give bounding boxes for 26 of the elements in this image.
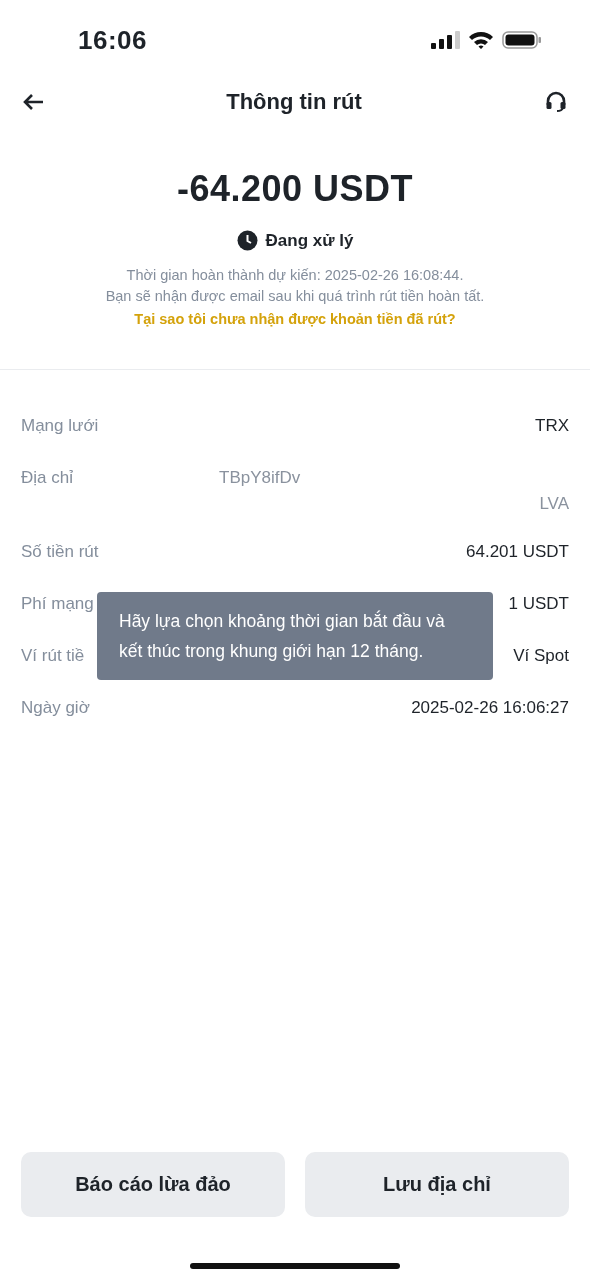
info-text: Bạn sẽ nhận được email sau khi quá trình rút tiền hoàn tất. — [105, 287, 485, 306]
info-text: Thời gian hoàn thành dự kiến: 2025-02-26 16:08:44. — [126, 266, 464, 285]
tooltip: Hãy lựa chọn khoảng thời gian bắt đầu và kết thúc trong khung giới hạn 12 tháng. — [97, 592, 493, 680]
signal-icon — [430, 30, 460, 50]
status-text: Đang xử lý — [265, 230, 354, 251]
address-text: TBpY8ifDv — [219, 468, 301, 488]
page-title: Thông tin rút — [226, 89, 362, 115]
detail-label: Mạng lưới — [21, 416, 99, 436]
detail-value: 64.201 USDT — [466, 542, 569, 562]
withdrawal-amount: -64.200 USDT — [176, 168, 414, 210]
detail-label: Ví rút tiề — [21, 646, 85, 666]
battery-icon — [502, 30, 542, 50]
detail-value: TRX — [535, 416, 569, 436]
detail-value: 1 USDT — [508, 594, 569, 614]
wifi-icon — [468, 30, 494, 50]
detail-value: 2025-02-26 16:06:27 — [411, 698, 569, 718]
report-button[interactable]: Báo cáo lừa đảo — [21, 1152, 285, 1217]
detail-label: Số tiền rút — [21, 542, 99, 562]
detail-value: Ví Spot — [513, 646, 569, 666]
detail-label: Phí mạng — [21, 594, 94, 614]
status-time: 16:06 — [78, 24, 147, 56]
save-address-button[interactable]: Lưu địa chỉ — [305, 1152, 569, 1217]
detail-label: Ngày giờ — [21, 698, 90, 718]
address-text: LVA — [539, 494, 569, 514]
clock-icon — [236, 230, 258, 251]
detail-label: Địa chỉ — [21, 468, 73, 488]
